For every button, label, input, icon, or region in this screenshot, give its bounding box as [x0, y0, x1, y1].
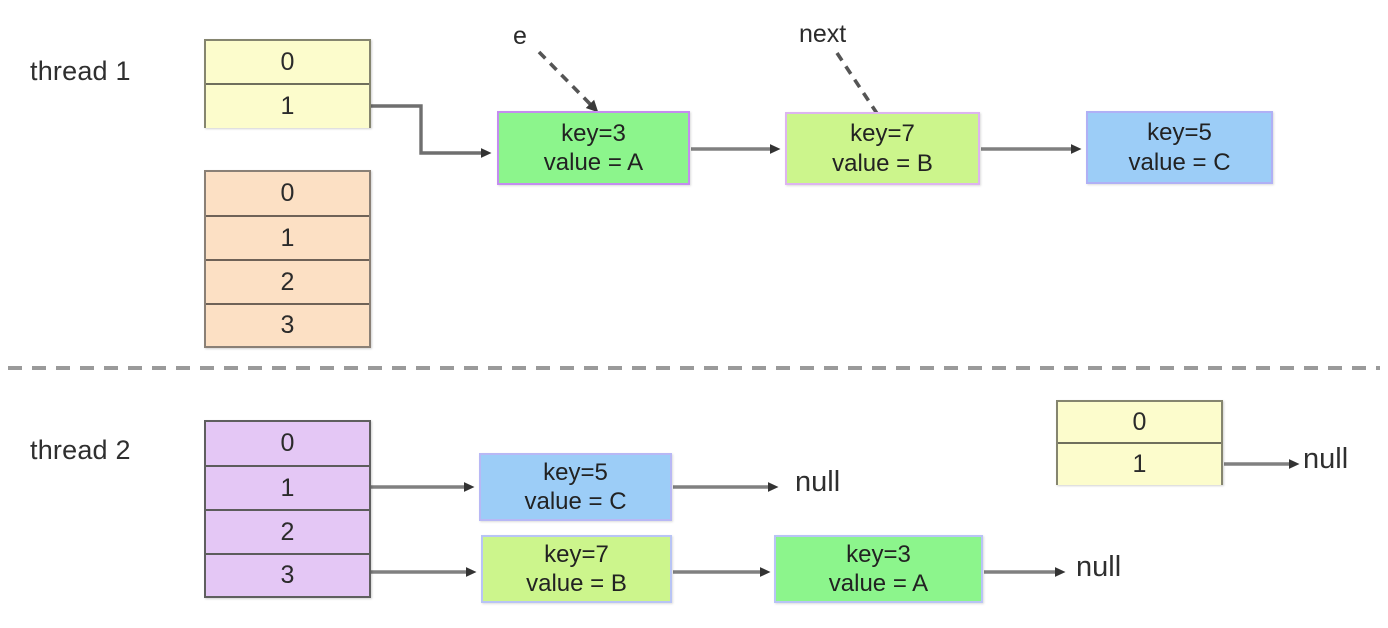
thread1-old-table: 0 1 [204, 39, 371, 128]
node-key-text: key=3 [561, 119, 626, 147]
bucket-cell-0[interactable]: 0 [206, 422, 369, 467]
node-value-text: value = B [526, 570, 627, 597]
pointer-label-next: next [799, 20, 847, 48]
node-key-text: key=7 [544, 540, 609, 568]
node-key-text: key=5 [543, 458, 608, 486]
node-key5-top[interactable]: key=5 value = C [1086, 111, 1273, 184]
diagram-canvas: thread 1 0 1 0 1 2 3 e next key=3 value … [0, 0, 1388, 628]
null-terminator-bucket3: null [1076, 551, 1122, 583]
node-key7-top[interactable]: key=7 value = B [785, 112, 980, 185]
thread-2-label: thread 2 [30, 435, 131, 465]
node-value-text: value = C [524, 488, 627, 515]
bucket-cell-1[interactable]: 1 [206, 467, 369, 511]
node-key-text: key=7 [850, 120, 915, 148]
node-key3-top[interactable]: key=3 value = A [497, 111, 690, 185]
null-terminator-oldtable: null [1303, 443, 1349, 475]
node-key7-bot[interactable]: key=7 value = B [481, 535, 672, 603]
node-key-text: key=3 [846, 540, 911, 568]
node-key5-bot[interactable]: key=5 value = C [479, 453, 672, 521]
bucket-cell-0[interactable]: 0 [1058, 402, 1221, 444]
thread2-old-table: 0 1 [1056, 400, 1223, 485]
null-terminator-bucket1: null [795, 466, 841, 498]
bucket-cell-2[interactable]: 2 [206, 511, 369, 555]
bucket-cell-1[interactable]: 1 [206, 85, 369, 128]
wire-t1-bucket1-to-key3 [371, 104, 492, 158]
thread1-new-table: 0 1 2 3 [204, 170, 371, 348]
pointer-wire-e [537, 50, 599, 113]
node-value-text: value = A [543, 149, 644, 176]
bucket-cell-3[interactable]: 3 [206, 305, 369, 346]
node-value-text: value = C [1128, 148, 1231, 176]
node-value-text: value = A [828, 570, 929, 597]
thread2-new-table: 0 1 2 3 [204, 420, 371, 598]
bucket-cell-0[interactable]: 0 [206, 172, 369, 217]
bucket-cell-2[interactable]: 2 [206, 261, 369, 305]
pointer-label-e: e [513, 22, 527, 50]
node-key-text: key=5 [1147, 119, 1212, 147]
bucket-cell-1[interactable]: 1 [1058, 444, 1221, 485]
bucket-cell-1[interactable]: 1 [206, 217, 369, 261]
thread-1-label: thread 1 [30, 56, 131, 86]
bucket-cell-3[interactable]: 3 [206, 555, 369, 596]
node-value-text: value = B [832, 149, 933, 177]
node-key3-bot[interactable]: key=3 value = A [774, 535, 983, 603]
bucket-cell-0[interactable]: 0 [206, 41, 369, 85]
